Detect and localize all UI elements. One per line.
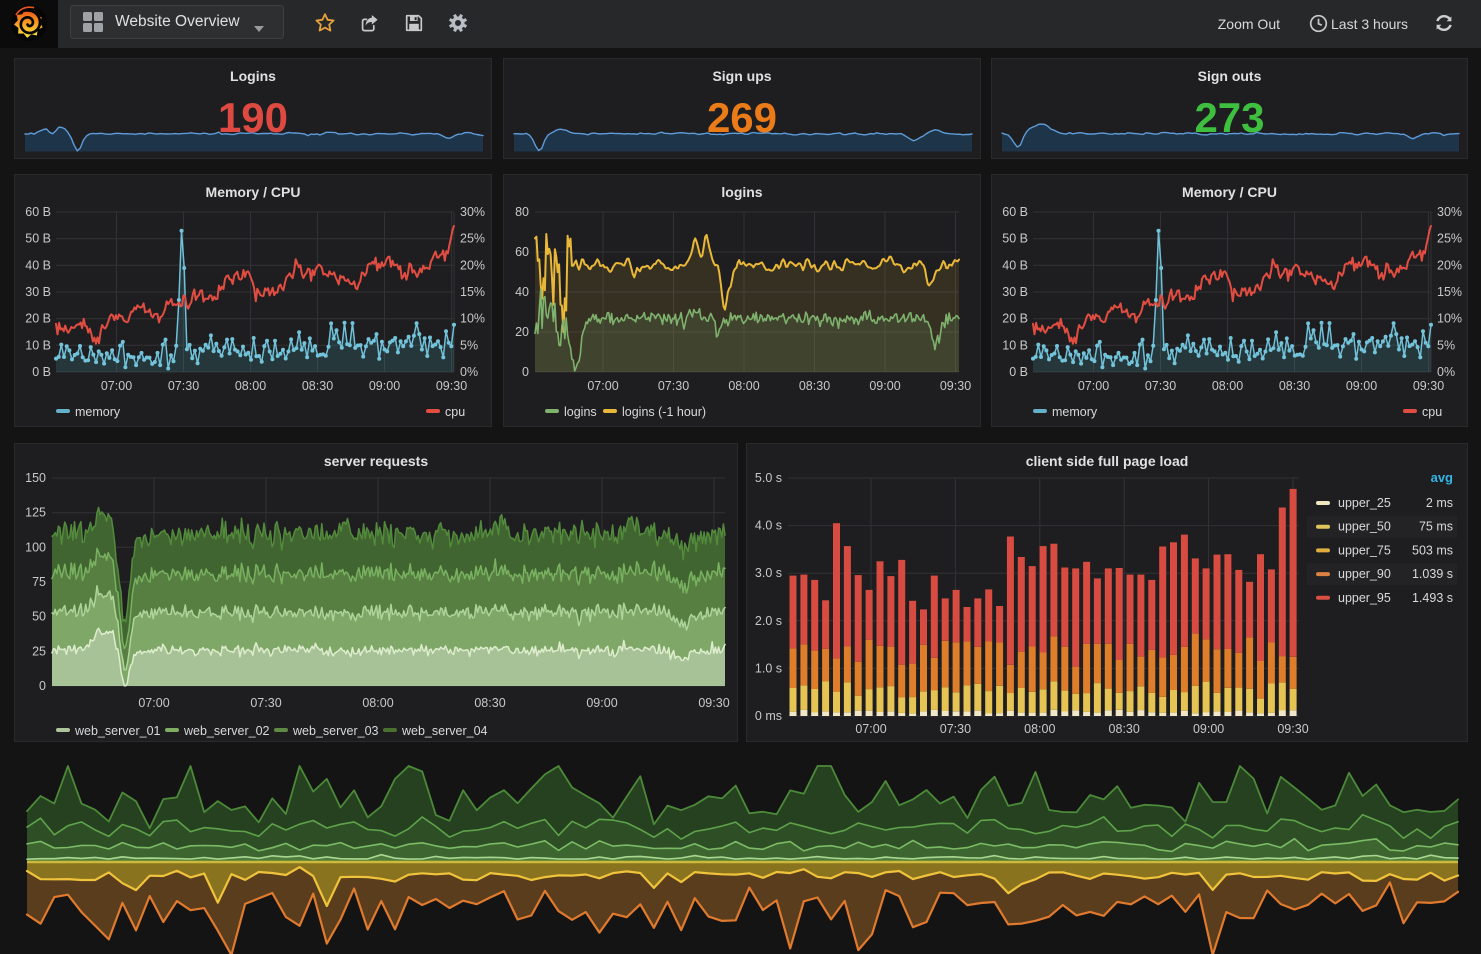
svg-text:0%: 0%: [1437, 365, 1455, 379]
svg-text:40 B: 40 B: [25, 258, 51, 272]
svg-text:5%: 5%: [1437, 338, 1455, 352]
svg-text:40 B: 40 B: [1002, 258, 1028, 272]
svg-text:08:00: 08:00: [728, 379, 759, 393]
svg-text:logins: logins: [564, 405, 597, 419]
svg-text:1.493 s: 1.493 s: [1412, 591, 1453, 605]
svg-text:3.0 s: 3.0 s: [755, 566, 782, 580]
svg-text:100: 100: [25, 540, 46, 554]
svg-text:upper_25: upper_25: [1338, 496, 1391, 510]
svg-text:25%: 25%: [460, 232, 485, 246]
svg-text:08:30: 08:30: [1109, 722, 1140, 736]
svg-text:09:30: 09:30: [436, 379, 467, 393]
svg-text:08:00: 08:00: [235, 379, 266, 393]
svg-text:0 ms: 0 ms: [755, 709, 782, 723]
svg-text:10 B: 10 B: [25, 338, 51, 352]
svg-text:09:00: 09:00: [1346, 379, 1377, 393]
svg-text:30 B: 30 B: [25, 285, 51, 299]
svg-text:09:30: 09:30: [698, 696, 729, 710]
svg-text:07:30: 07:30: [168, 379, 199, 393]
svg-text:upper_50: upper_50: [1338, 520, 1391, 534]
svg-text:web_server_03: web_server_03: [292, 724, 379, 738]
svg-text:30 B: 30 B: [1002, 285, 1028, 299]
svg-text:20 B: 20 B: [1002, 312, 1028, 326]
svg-text:75: 75: [32, 575, 46, 589]
svg-text:08:30: 08:30: [799, 379, 830, 393]
svg-text:25: 25: [32, 644, 46, 658]
svg-text:upper_90: upper_90: [1338, 567, 1391, 581]
svg-text:avg: avg: [1431, 470, 1453, 485]
svg-text:10 B: 10 B: [1002, 338, 1028, 352]
svg-text:0%: 0%: [460, 365, 478, 379]
svg-text:4.0 s: 4.0 s: [755, 519, 782, 533]
svg-text:0: 0: [522, 365, 529, 379]
svg-text:09:00: 09:00: [586, 696, 617, 710]
svg-text:08:30: 08:30: [302, 379, 333, 393]
svg-text:5.0 s: 5.0 s: [755, 471, 782, 485]
svg-text:09:30: 09:30: [1413, 379, 1444, 393]
svg-text:60 B: 60 B: [25, 205, 51, 219]
svg-text:07:00: 07:00: [855, 722, 886, 736]
svg-text:25%: 25%: [1437, 232, 1462, 246]
svg-text:web_server_04: web_server_04: [401, 724, 488, 738]
svg-text:20%: 20%: [1437, 258, 1462, 272]
svg-text:1.0 s: 1.0 s: [755, 661, 782, 675]
svg-text:07:30: 07:30: [1145, 379, 1176, 393]
svg-text:09:30: 09:30: [940, 379, 971, 393]
svg-text:60 B: 60 B: [1002, 205, 1028, 219]
svg-text:30%: 30%: [460, 205, 485, 219]
svg-text:30%: 30%: [1437, 205, 1462, 219]
svg-text:20: 20: [515, 325, 529, 339]
svg-text:60: 60: [515, 245, 529, 259]
svg-text:15%: 15%: [1437, 285, 1462, 299]
svg-text:08:00: 08:00: [1212, 379, 1243, 393]
svg-text:web_server_01: web_server_01: [74, 724, 161, 738]
svg-text:07:30: 07:30: [250, 696, 281, 710]
svg-text:08:30: 08:30: [1279, 379, 1310, 393]
svg-text:09:00: 09:00: [869, 379, 900, 393]
svg-text:cpu: cpu: [1422, 405, 1442, 419]
svg-text:10%: 10%: [1437, 312, 1462, 326]
svg-text:07:30: 07:30: [940, 722, 971, 736]
svg-text:0 B: 0 B: [32, 365, 51, 379]
svg-text:memory: memory: [1052, 405, 1098, 419]
svg-text:07:00: 07:00: [1078, 379, 1109, 393]
svg-text:10%: 10%: [460, 312, 485, 326]
svg-text:1.039 s: 1.039 s: [1412, 567, 1453, 581]
svg-text:2.0 s: 2.0 s: [755, 614, 782, 628]
svg-text:09:00: 09:00: [1193, 722, 1224, 736]
svg-text:50 B: 50 B: [1002, 232, 1028, 246]
svg-text:0: 0: [39, 679, 46, 693]
svg-text:07:00: 07:00: [138, 696, 169, 710]
svg-text:09:00: 09:00: [369, 379, 400, 393]
svg-text:upper_75: upper_75: [1338, 543, 1391, 557]
svg-text:08:30: 08:30: [474, 696, 505, 710]
svg-text:upper_95: upper_95: [1338, 591, 1391, 605]
svg-text:20 B: 20 B: [25, 312, 51, 326]
svg-text:web_server_02: web_server_02: [183, 724, 270, 738]
svg-text:08:00: 08:00: [1024, 722, 1055, 736]
svg-text:150: 150: [25, 471, 46, 485]
svg-text:50: 50: [32, 610, 46, 624]
svg-text:07:00: 07:00: [101, 379, 132, 393]
svg-text:75 ms: 75 ms: [1419, 520, 1453, 534]
svg-text:15%: 15%: [460, 285, 485, 299]
svg-text:5%: 5%: [460, 338, 478, 352]
svg-text:2 ms: 2 ms: [1426, 496, 1453, 510]
svg-text:40: 40: [515, 285, 529, 299]
svg-text:0 B: 0 B: [1009, 365, 1028, 379]
svg-text:cpu: cpu: [445, 405, 465, 419]
svg-text:20%: 20%: [460, 258, 485, 272]
svg-text:80: 80: [515, 205, 529, 219]
svg-text:memory: memory: [75, 405, 121, 419]
svg-text:09:30: 09:30: [1277, 722, 1308, 736]
svg-text:125: 125: [25, 506, 46, 520]
svg-text:503 ms: 503 ms: [1412, 543, 1453, 557]
svg-text:08:00: 08:00: [362, 696, 393, 710]
svg-text:07:30: 07:30: [658, 379, 689, 393]
svg-text:50 B: 50 B: [25, 232, 51, 246]
svg-text:07:00: 07:00: [587, 379, 618, 393]
svg-text:logins (-1 hour): logins (-1 hour): [622, 405, 706, 419]
